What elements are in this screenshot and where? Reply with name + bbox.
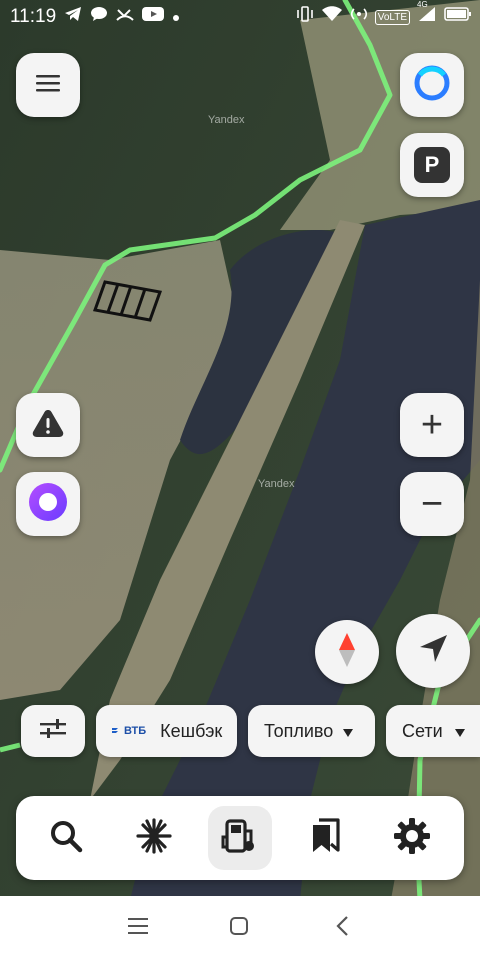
youtube-icon bbox=[142, 6, 165, 28]
menu-icon bbox=[36, 74, 60, 97]
battery-icon bbox=[444, 6, 472, 28]
alice-icon bbox=[28, 482, 68, 527]
caret-down-icon bbox=[454, 721, 465, 742]
fuel-chip[interactable]: Топливо bbox=[248, 705, 375, 757]
networks-label: Сети bbox=[402, 720, 443, 741]
discover-button[interactable] bbox=[122, 806, 186, 870]
home-icon bbox=[229, 916, 249, 941]
bookmarks-icon bbox=[310, 817, 342, 859]
settings-icon bbox=[393, 817, 431, 860]
missed-call-icon bbox=[116, 6, 134, 28]
vibrate-icon bbox=[296, 6, 314, 28]
alice-top-button[interactable] bbox=[400, 53, 464, 117]
network-label: 4G bbox=[417, 0, 428, 9]
fuel-label: Топливо bbox=[264, 720, 334, 741]
home-button[interactable] bbox=[223, 912, 255, 944]
compass-icon bbox=[336, 631, 358, 674]
zoom-out-label: − bbox=[420, 483, 444, 525]
chat-bubble-icon bbox=[90, 6, 108, 28]
alice-ring-icon bbox=[412, 63, 452, 108]
locate-button[interactable] bbox=[396, 614, 470, 688]
alice-button[interactable] bbox=[16, 472, 80, 536]
compass-button[interactable] bbox=[315, 620, 379, 684]
status-bar: 11:19 VoLTE 4G bbox=[0, 0, 480, 34]
category-chips: ВТБ Кешбэк Топливо Сети bbox=[0, 705, 480, 757]
wifi-icon bbox=[321, 6, 343, 28]
networks-chip[interactable]: Сети bbox=[386, 705, 480, 757]
caret-down-icon bbox=[343, 721, 354, 742]
discover-icon bbox=[135, 817, 173, 860]
cashback-chip[interactable]: ВТБ Кешбэк bbox=[96, 705, 237, 757]
back-icon bbox=[335, 915, 349, 942]
fuel-pump-icon bbox=[221, 817, 259, 860]
vtb-logo: ВТБ bbox=[112, 725, 146, 737]
volte-icon: VoLTE bbox=[374, 9, 410, 25]
recents-button[interactable] bbox=[122, 912, 154, 944]
dot-icon bbox=[172, 6, 180, 28]
recents-icon bbox=[127, 917, 149, 940]
filters-chip[interactable] bbox=[21, 705, 85, 757]
signal-icon: 4G bbox=[417, 0, 437, 28]
bookmarks-button[interactable] bbox=[294, 806, 358, 870]
zoom-in-label: + bbox=[420, 404, 444, 446]
warning-icon bbox=[31, 408, 65, 443]
search-button[interactable] bbox=[34, 806, 98, 870]
hotspot-icon bbox=[350, 6, 368, 28]
android-navigation-bar bbox=[0, 896, 480, 960]
fuel-tab-button[interactable] bbox=[208, 806, 272, 870]
parking-button[interactable]: P bbox=[400, 133, 464, 197]
cashback-label: Кешбэк bbox=[160, 720, 223, 741]
parking-label: P bbox=[424, 152, 440, 177]
map-watermark-mid: Yandex bbox=[258, 478, 295, 490]
zoom-in-button[interactable]: + bbox=[400, 393, 464, 457]
volte-label: VoLTE bbox=[377, 11, 407, 23]
zoom-out-button[interactable]: − bbox=[400, 472, 464, 536]
telegram-icon bbox=[64, 6, 82, 28]
road-events-button[interactable] bbox=[16, 393, 80, 457]
menu-button[interactable] bbox=[16, 53, 80, 117]
back-button[interactable] bbox=[326, 912, 358, 944]
status-time: 11:19 bbox=[10, 6, 57, 27]
locate-arrow-icon bbox=[417, 633, 449, 670]
search-icon bbox=[49, 819, 83, 858]
map-watermark-top: Yandex bbox=[208, 114, 245, 126]
parking-icon: P bbox=[414, 147, 450, 183]
settings-button[interactable] bbox=[380, 806, 444, 870]
vtb-badge: ВТБ bbox=[124, 725, 147, 737]
sliders-icon bbox=[40, 718, 66, 745]
bottom-toolbar bbox=[16, 796, 464, 880]
